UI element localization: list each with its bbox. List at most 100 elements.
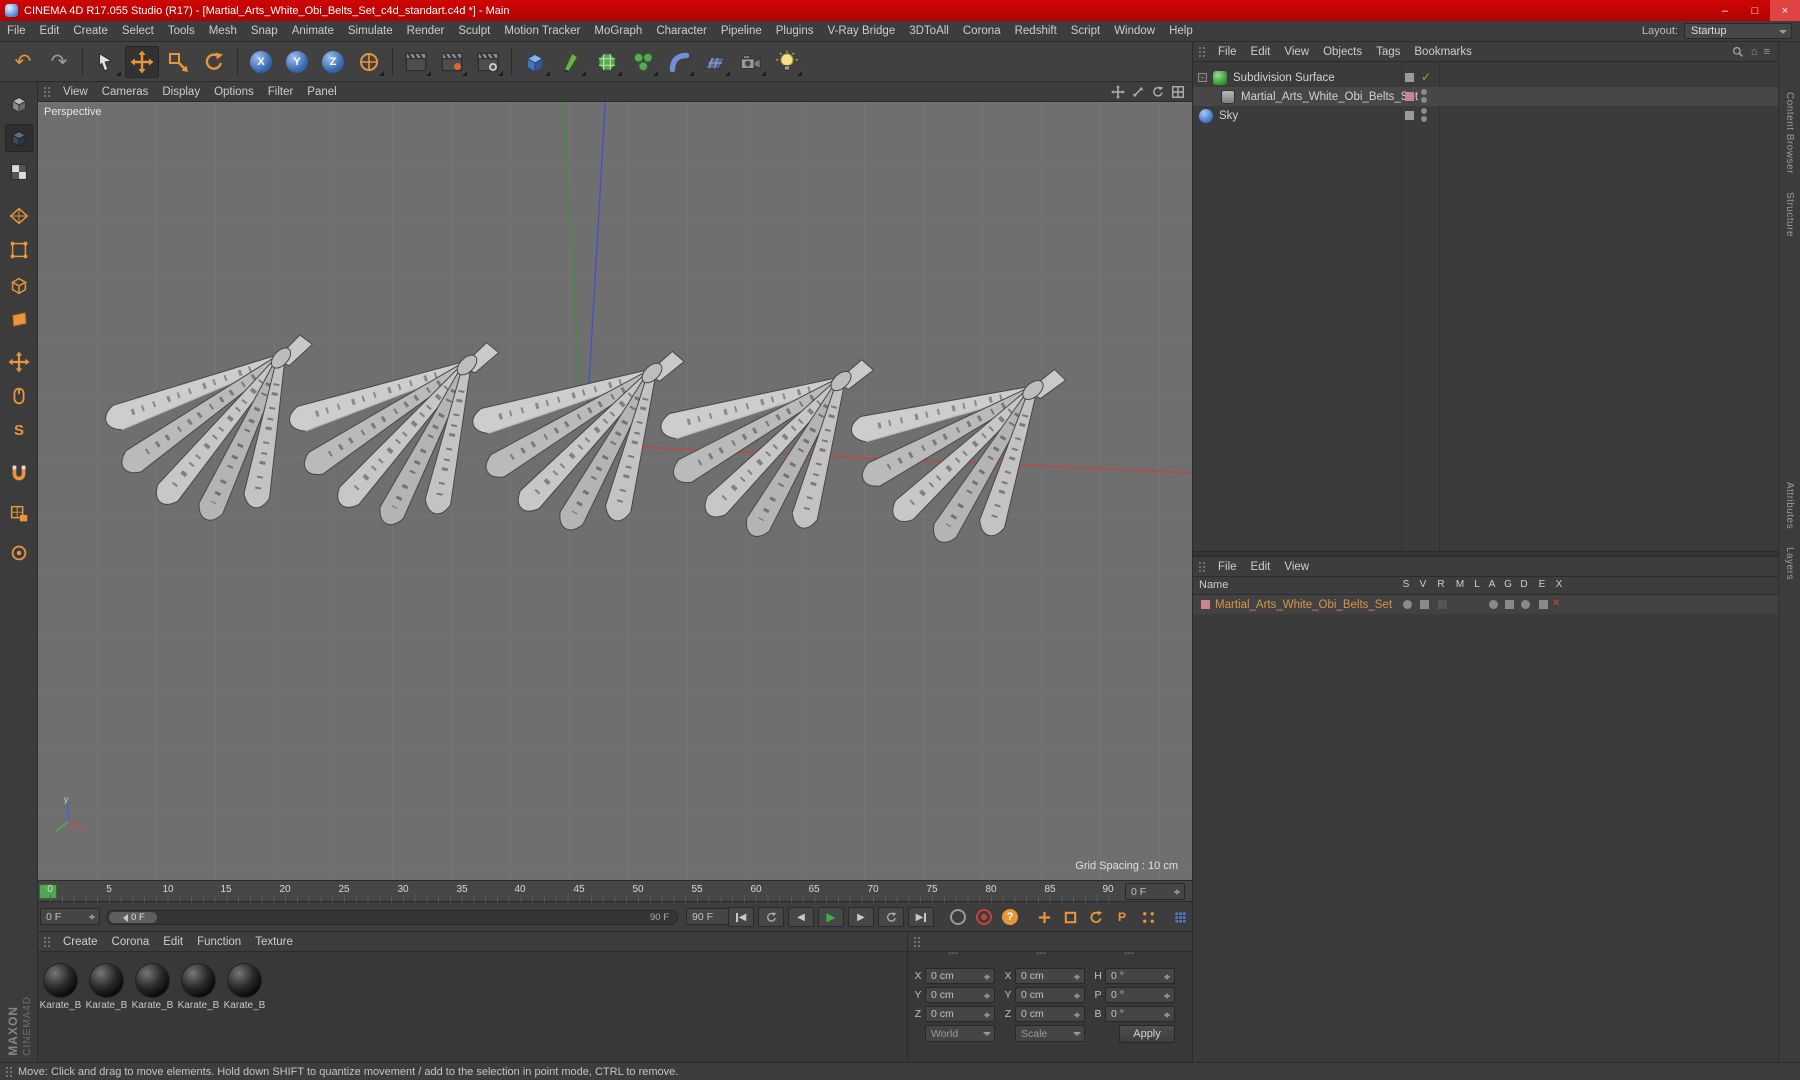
close-button[interactable]: × bbox=[1770, 0, 1800, 21]
material-name[interactable]: Karate_B bbox=[176, 1000, 221, 1011]
vp-menu-filter[interactable]: Filter bbox=[261, 82, 301, 102]
previous-frame-button[interactable]: ◀ bbox=[788, 907, 814, 927]
rotate-button[interactable] bbox=[197, 46, 231, 78]
tab-structure[interactable]: Structure bbox=[1784, 192, 1795, 237]
material-name[interactable]: Karate_B bbox=[130, 1000, 175, 1011]
mat-menu-texture[interactable]: Texture bbox=[248, 932, 300, 952]
object-name[interactable]: Sky bbox=[1219, 110, 1238, 122]
viewport-rotate-icon[interactable] bbox=[1150, 84, 1166, 100]
apply-button[interactable]: Apply bbox=[1119, 1025, 1175, 1043]
x-cell-icon[interactable]: × bbox=[1553, 597, 1559, 609]
goto-start-button[interactable]: ◀ bbox=[728, 907, 754, 927]
stepper-icon[interactable] bbox=[1073, 971, 1082, 983]
size-x-field[interactable]: 0 cm bbox=[1015, 968, 1085, 984]
material-thumbnail[interactable] bbox=[182, 964, 215, 997]
mat-menu-create[interactable]: Create bbox=[56, 932, 105, 952]
col-l[interactable]: L bbox=[1470, 579, 1484, 590]
d-cell-icon[interactable] bbox=[1521, 600, 1530, 609]
camera-label[interactable]: Perspective bbox=[44, 106, 101, 118]
object-row-belts-set[interactable]: Martial_Arts_White_Obi_Belts_Set bbox=[1193, 87, 1778, 106]
tab-content-browser[interactable]: Content Browser bbox=[1784, 92, 1795, 174]
start-frame-field[interactable]: 0 F bbox=[40, 908, 100, 925]
mat-menu-function[interactable]: Function bbox=[190, 932, 248, 952]
om-menu-file[interactable]: File bbox=[1211, 42, 1244, 62]
lock-workplane-button[interactable] bbox=[5, 500, 33, 528]
snap-button[interactable]: S bbox=[5, 416, 33, 444]
a-cell-icon[interactable] bbox=[1489, 600, 1498, 609]
menu-render[interactable]: Render bbox=[400, 21, 452, 41]
timeline-slider[interactable]: 0 F 90 F bbox=[106, 910, 678, 925]
menu-3dtoall[interactable]: 3DToAll bbox=[902, 21, 956, 41]
redo-button[interactable]: ↷ bbox=[42, 46, 76, 78]
visibility-dots[interactable] bbox=[1421, 89, 1428, 103]
vp-menu-display[interactable]: Display bbox=[155, 82, 207, 102]
ruler-frame-field[interactable]: 0 F bbox=[1125, 883, 1185, 900]
record-position-button[interactable] bbox=[1034, 908, 1054, 926]
object-name[interactable]: Subdivision Surface bbox=[1233, 72, 1335, 84]
model-mode-button[interactable] bbox=[5, 124, 33, 152]
play-loop-button[interactable] bbox=[878, 907, 904, 927]
vp-menu-options[interactable]: Options bbox=[207, 82, 261, 102]
menu-motion-tracker[interactable]: Motion Tracker bbox=[497, 21, 587, 41]
panel-grip-icon[interactable] bbox=[1198, 45, 1206, 58]
layout-dropdown[interactable]: Startup bbox=[1684, 23, 1792, 39]
play-button[interactable]: ▶ bbox=[818, 907, 844, 927]
x-axis-lock-button[interactable]: X bbox=[244, 46, 278, 78]
menu-file[interactable]: File bbox=[0, 21, 33, 41]
tab-layers[interactable]: Layers bbox=[1784, 547, 1795, 580]
record-scale-button[interactable] bbox=[1060, 908, 1080, 926]
viewport-solo-button[interactable] bbox=[5, 382, 33, 410]
autokey-button[interactable] bbox=[950, 909, 966, 925]
stepper-icon[interactable] bbox=[1173, 886, 1182, 898]
edges-mode-button[interactable] bbox=[5, 271, 33, 299]
rot-b-field[interactable]: 0 ° bbox=[1105, 1006, 1175, 1022]
object-row-subdivision-surface[interactable]: - Subdivision Surface ✓ bbox=[1193, 68, 1778, 87]
size-z-field[interactable]: 0 cm bbox=[1015, 1006, 1085, 1022]
menu-snap[interactable]: Snap bbox=[244, 21, 285, 41]
make-editable-button[interactable] bbox=[5, 90, 33, 118]
col-v[interactable]: V bbox=[1416, 579, 1430, 590]
vp-menu-cameras[interactable]: Cameras bbox=[95, 82, 156, 102]
layer-swatch[interactable] bbox=[1405, 73, 1414, 82]
z-axis-lock-button[interactable]: Z bbox=[316, 46, 350, 78]
record-pla-button[interactable] bbox=[1138, 908, 1158, 926]
coordinate-system-button[interactable] bbox=[352, 46, 386, 78]
col-g[interactable]: G bbox=[1501, 579, 1515, 590]
menu-icon[interactable]: ≡ bbox=[1764, 46, 1770, 58]
mat-menu-edit[interactable]: Edit bbox=[156, 932, 190, 952]
timeline-ruler[interactable]: 0 5 10 15 20 25 30 35 40 45 50 55 60 65 … bbox=[38, 880, 1192, 902]
object-name[interactable]: Martial_Arts_White_Obi_Belts_Set bbox=[1241, 91, 1418, 103]
col-e[interactable]: E bbox=[1535, 579, 1549, 590]
panel-grip-icon[interactable] bbox=[1198, 560, 1206, 573]
menu-vray-bridge[interactable]: V-Ray Bridge bbox=[820, 21, 902, 41]
stepper-icon[interactable] bbox=[1163, 990, 1172, 1002]
ml-menu-file[interactable]: File bbox=[1211, 557, 1244, 577]
col-m[interactable]: M bbox=[1453, 579, 1467, 590]
floor-button[interactable] bbox=[698, 46, 732, 78]
record-rotation-button[interactable] bbox=[1086, 908, 1106, 926]
enabled-check-icon[interactable]: ✓ bbox=[1421, 70, 1431, 84]
g-cell-icon[interactable] bbox=[1505, 600, 1514, 609]
col-r[interactable]: R bbox=[1434, 579, 1448, 590]
axis-mode-button[interactable] bbox=[5, 348, 33, 376]
layer-swatch[interactable] bbox=[1405, 92, 1414, 101]
om-menu-edit[interactable]: Edit bbox=[1244, 42, 1278, 62]
e-cell-icon[interactable] bbox=[1539, 600, 1548, 609]
material-thumbnail[interactable] bbox=[44, 964, 77, 997]
rot-p-field[interactable]: 0 ° bbox=[1105, 987, 1175, 1003]
live-selection-button[interactable] bbox=[89, 46, 123, 78]
panel-grip-icon[interactable] bbox=[913, 935, 921, 948]
material-name[interactable]: Karate_B bbox=[222, 1000, 267, 1011]
tab-attributes[interactable]: Attributes bbox=[1784, 482, 1795, 529]
v-cell-icon[interactable] bbox=[1420, 600, 1429, 609]
menu-corona[interactable]: Corona bbox=[956, 21, 1008, 41]
r-cell-icon[interactable] bbox=[1438, 600, 1447, 609]
material-thumbnail[interactable] bbox=[228, 964, 261, 997]
home-icon[interactable]: ⌂ bbox=[1751, 46, 1758, 58]
stepper-icon[interactable] bbox=[1163, 1009, 1172, 1021]
panel-grip-icon[interactable] bbox=[43, 935, 51, 948]
minimize-button[interactable]: – bbox=[1710, 0, 1740, 21]
object-row-sky[interactable]: Sky bbox=[1193, 106, 1778, 125]
light-button[interactable] bbox=[770, 46, 804, 78]
vp-menu-view[interactable]: View bbox=[56, 82, 95, 102]
